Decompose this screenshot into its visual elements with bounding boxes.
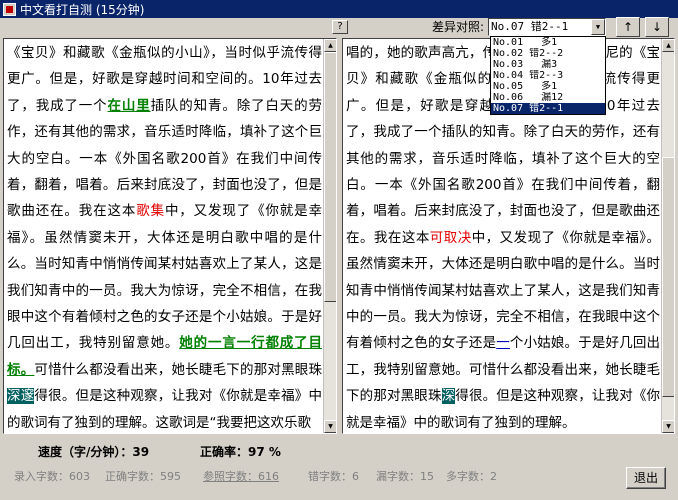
- scroll-up-icon[interactable]: ▲: [662, 39, 674, 52]
- scroll-up-icon[interactable]: ▲: [324, 39, 336, 52]
- scroll-down-icon[interactable]: ▼: [662, 420, 674, 433]
- text-segment-ok: 可惜什么都没看出来，她长睫毛下的那对黑眼珠: [34, 361, 323, 378]
- correct-count-stat: 正确字数：595: [105, 468, 181, 484]
- correct-label: 正确字数：: [105, 470, 160, 483]
- diff-option[interactable]: No.04 错2--3: [491, 70, 605, 81]
- text-segment-err: 歌集: [136, 203, 165, 220]
- text-segment-cur: 在山里: [107, 97, 151, 114]
- chevron-down-icon[interactable]: ▼: [591, 19, 605, 35]
- typed-text: 《宝贝》和藏歌《金瓶似的小山》，当时似乎流传得更广。但是，好歌是穿越时间和空间的…: [7, 40, 323, 433]
- diff-selected-value: No.07 错2--1: [491, 20, 569, 33]
- text-segment-ok: 中，又发现了《你就是幸福》。虽然情窦未开，大体还是明白歌中唱的是什么。当时知青中…: [346, 229, 661, 352]
- ref-value: 616: [258, 470, 279, 483]
- ref-label: 参照字数：: [203, 470, 258, 483]
- speed-stat: 速度（字/分钟）：39: [38, 443, 149, 460]
- diff-option[interactable]: No.06 漏12: [491, 92, 605, 103]
- speed-label: 速度（字/分钟）：: [38, 445, 133, 459]
- correct-value: 595: [160, 470, 181, 483]
- diff-option[interactable]: No.02 错2--2: [491, 48, 605, 59]
- diff-compare-label: 差异对照:: [432, 20, 485, 34]
- title-bar: 中文看打自测 (15分钟): [0, 0, 678, 18]
- text-segment-err: 可取决: [429, 229, 472, 246]
- window-title: 中文看打自测 (15分钟): [20, 2, 145, 17]
- scroll-down-icon[interactable]: ▼: [324, 420, 336, 433]
- accuracy-value: 97 %: [248, 445, 281, 459]
- extra-count-stat: 多字数：2: [446, 468, 497, 484]
- speed-value: 39: [132, 445, 150, 459]
- diff-option[interactable]: No.01 多1: [491, 37, 605, 48]
- diff-option[interactable]: No.05 多1: [491, 81, 605, 92]
- wrong-label: 错字数：: [308, 470, 352, 483]
- reference-count-stat[interactable]: 参照字数：616: [203, 468, 279, 484]
- text-segment-hl: 深邃: [7, 388, 35, 405]
- diff-option[interactable]: No.07 错2--1: [491, 103, 605, 114]
- left-scrollbar[interactable]: ▲ ▼: [323, 39, 336, 433]
- right-scroll-thumb[interactable]: [662, 157, 674, 397]
- typed-count-stat: 录入字数：603: [14, 468, 90, 484]
- diff-compare-select[interactable]: No.07 错2--1 ▼: [488, 18, 606, 36]
- next-diff-button[interactable]: ↓: [645, 17, 669, 37]
- extra-value: 2: [490, 470, 497, 483]
- typed-value: 603: [69, 470, 90, 483]
- typed-label: 录入字数：: [14, 470, 69, 483]
- accuracy-label: 正确率：: [200, 445, 249, 459]
- left-scroll-thumb[interactable]: [324, 52, 336, 302]
- text-segment-blue: 一: [496, 335, 510, 352]
- diff-dropdown-list[interactable]: No.01 多1 No.02 错2--2 No.03 漏3 No.04 错2--3 No…: [490, 36, 606, 115]
- missing-count-stat: 漏字数：15: [376, 468, 434, 484]
- typed-text-pane[interactable]: 《宝贝》和藏歌《金瓶似的小山》，当时似乎流传得更广。但是，好歌是穿越时间和空间的…: [3, 38, 337, 434]
- text-segment-ok: 插队的知青。除了白天的劳作，还有其他的需求，音乐适时降临，填补了这个巨大的空白。…: [7, 97, 323, 220]
- text-segment-ok: 10年过去了，我成了一个插队的知青。除了白天的劳作，还有其他的需求，音乐适时降临…: [346, 97, 660, 246]
- right-scrollbar[interactable]: ▲ ▼: [661, 39, 674, 433]
- wrong-count-stat: 错字数：6: [308, 468, 359, 484]
- app-icon: [3, 2, 16, 16]
- accuracy-stat: 正确率：97 %: [200, 443, 281, 460]
- extra-label: 多字数：: [446, 470, 490, 483]
- help-button[interactable]: ?: [332, 20, 348, 34]
- missing-label: 漏字数：: [376, 470, 420, 483]
- text-segment-hl: 深: [441, 388, 456, 405]
- text-segment-ok: 中，又发现了《你就是幸福》。虽然情窦未开，大体还是明白歌中唱的是什么。当时知青中…: [7, 203, 323, 352]
- missing-value: 15: [420, 470, 434, 483]
- diff-option[interactable]: No.03 漏3: [491, 59, 605, 70]
- exit-button[interactable]: 退出: [626, 467, 666, 489]
- wrong-value: 6: [352, 470, 359, 483]
- text-segment-ok: 得很。但是这种观察，让我对《你就是幸福》中的歌词有了独到的理解。这歌词是“我要把…: [7, 388, 323, 431]
- prev-diff-button[interactable]: ↑: [616, 17, 640, 37]
